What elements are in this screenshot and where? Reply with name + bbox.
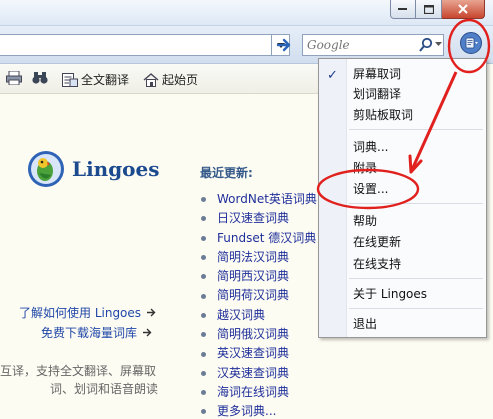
list-item[interactable]: 简明法汉词典 <box>201 248 317 267</box>
logo-text: Lingoes <box>72 157 160 181</box>
arrow-right-icon <box>147 308 156 317</box>
bullet-icon <box>201 216 206 222</box>
list-item[interactable]: 汉英速查词典 <box>201 364 317 383</box>
home-page-button[interactable]: 起始页 <box>143 71 198 88</box>
minimize-icon <box>398 8 407 10</box>
list-item-label: 更多词典... <box>217 404 277 419</box>
close-icon <box>458 4 468 14</box>
maximize-icon <box>423 4 434 14</box>
menu-item-appendix[interactable]: 附录 <box>353 158 377 178</box>
list-item-label: WordNet英语词典 <box>217 192 317 206</box>
close-button[interactable] <box>442 0 485 19</box>
list-item-label: 汉英速查词典 <box>217 365 290 380</box>
menu-item-clipboard-capture[interactable]: 剪贴板取词 <box>353 105 413 125</box>
go-arrow-icon[interactable] <box>276 36 294 54</box>
recent-dictionaries-list: WordNet英语词典 日汉速查词典 Fundset 德汉词典 简明法汉词典 简… <box>201 190 317 419</box>
arrow-right-icon <box>143 328 152 337</box>
search-box <box>302 34 444 56</box>
list-item[interactable]: 简明俄汉词典 <box>201 325 317 344</box>
home-page-label: 起始页 <box>162 73 199 87</box>
print-button[interactable] <box>6 71 25 85</box>
description-line-1: 互译，支持全文翻译、屏幕取 <box>0 364 157 378</box>
learn-how-to-use-link[interactable]: 了解如何使用 Lingoes <box>19 304 156 321</box>
menu-separator <box>349 203 483 204</box>
menu-separator <box>349 308 483 309</box>
list-item[interactable]: 海词在线词典 <box>201 383 317 402</box>
lingoes-context-menu: ✓ 屏幕取词 划词翻译 剪贴板取词 词典... 附录 设置... 帮助 在线更新… <box>318 58 487 338</box>
find-button[interactable] <box>32 71 51 85</box>
bullet-icon <box>201 235 206 241</box>
menu-item-dictionaries[interactable]: 词典... <box>353 137 388 157</box>
window-controls <box>390 0 485 19</box>
full-text-translate-button[interactable]: 全文翻译 <box>62 71 129 88</box>
lingoes-toolbar-button[interactable] <box>459 31 483 55</box>
lingoes-logo: Lingoes <box>26 149 160 189</box>
menu-item-help[interactable]: 帮助 <box>353 211 377 231</box>
bullet-icon <box>201 390 206 396</box>
bullet-icon <box>201 351 206 357</box>
bullet-icon <box>201 274 206 280</box>
bullet-icon <box>201 293 206 299</box>
download-dictionaries-label: 免费下载海量词库 <box>41 326 138 340</box>
home-icon <box>143 72 159 87</box>
list-item-label: 越汉词典 <box>217 307 266 322</box>
menu-item-select-translate[interactable]: 划词翻译 <box>353 84 401 104</box>
list-item-label: Fundset 德汉词典 <box>217 230 317 245</box>
list-item[interactable]: 英汉速查词典 <box>201 344 317 363</box>
search-engine-dropdown-icon[interactable] <box>435 42 442 47</box>
address-field[interactable] <box>0 34 272 56</box>
list-item-label: 简明法汉词典 <box>217 249 290 264</box>
recent-updates-title: 最近更新: <box>200 166 253 180</box>
maximize-button[interactable] <box>416 0 442 19</box>
menu-item-settings[interactable]: 设置... <box>353 179 388 199</box>
menu-item-about[interactable]: 关于 Lingoes <box>353 284 427 304</box>
list-item[interactable]: Fundset 德汉词典 <box>201 229 317 248</box>
bullet-icon <box>201 197 206 203</box>
menu-item-screen-capture[interactable]: 屏幕取词 <box>353 64 401 84</box>
minimize-button[interactable] <box>390 0 416 19</box>
list-item-label: 简明荷汉词典 <box>217 288 290 303</box>
bullet-icon <box>201 312 206 318</box>
list-item-label: 海词在线词典 <box>217 384 290 399</box>
learn-how-to-use-label: 了解如何使用 Lingoes <box>19 306 142 320</box>
bullet-icon <box>201 370 206 376</box>
printer-icon <box>6 71 22 85</box>
menu-icon-gutter <box>319 59 347 337</box>
page-toolbar: 全文翻译 起始页 <box>0 64 320 94</box>
bullet-icon <box>201 332 206 338</box>
menu-item-exit[interactable]: 退出 <box>353 314 377 334</box>
checkmark-icon: ✓ <box>327 68 338 83</box>
list-item[interactable]: 越汉词典 <box>201 306 317 325</box>
list-item-label: 简明俄汉词典 <box>217 327 290 342</box>
list-item[interactable]: 日汉速查词典 <box>201 209 317 228</box>
translate-document-icon <box>62 72 78 87</box>
menu-separator <box>349 278 483 279</box>
list-item-label: 简明西汉词典 <box>217 269 290 284</box>
list-item[interactable]: 简明荷汉词典 <box>201 286 317 305</box>
list-item[interactable]: 简明西汉词典 <box>201 267 317 286</box>
list-item[interactable]: 更多词典... <box>201 402 317 419</box>
bullet-icon <box>201 409 206 415</box>
bullet-icon <box>201 255 206 261</box>
search-icon[interactable] <box>419 37 433 53</box>
list-item-label: 日汉速查词典 <box>217 211 290 226</box>
parrot-logo-icon <box>28 151 64 187</box>
list-item-label: 英汉速查词典 <box>217 346 290 361</box>
menu-item-online-update[interactable]: 在线更新 <box>353 232 401 252</box>
description-line-2: 词、划词和语音朗读 <box>50 382 159 396</box>
title-bar <box>0 0 493 26</box>
menu-separator <box>349 129 483 130</box>
download-dictionaries-link[interactable]: 免费下载海量词库 <box>41 324 152 341</box>
search-input[interactable] <box>303 35 403 55</box>
full-text-translate-label: 全文翻译 <box>81 73 130 87</box>
binoculars-icon <box>32 72 48 84</box>
menu-item-online-support[interactable]: 在线支持 <box>353 254 401 274</box>
list-item[interactable]: WordNet英语词典 <box>201 190 317 209</box>
